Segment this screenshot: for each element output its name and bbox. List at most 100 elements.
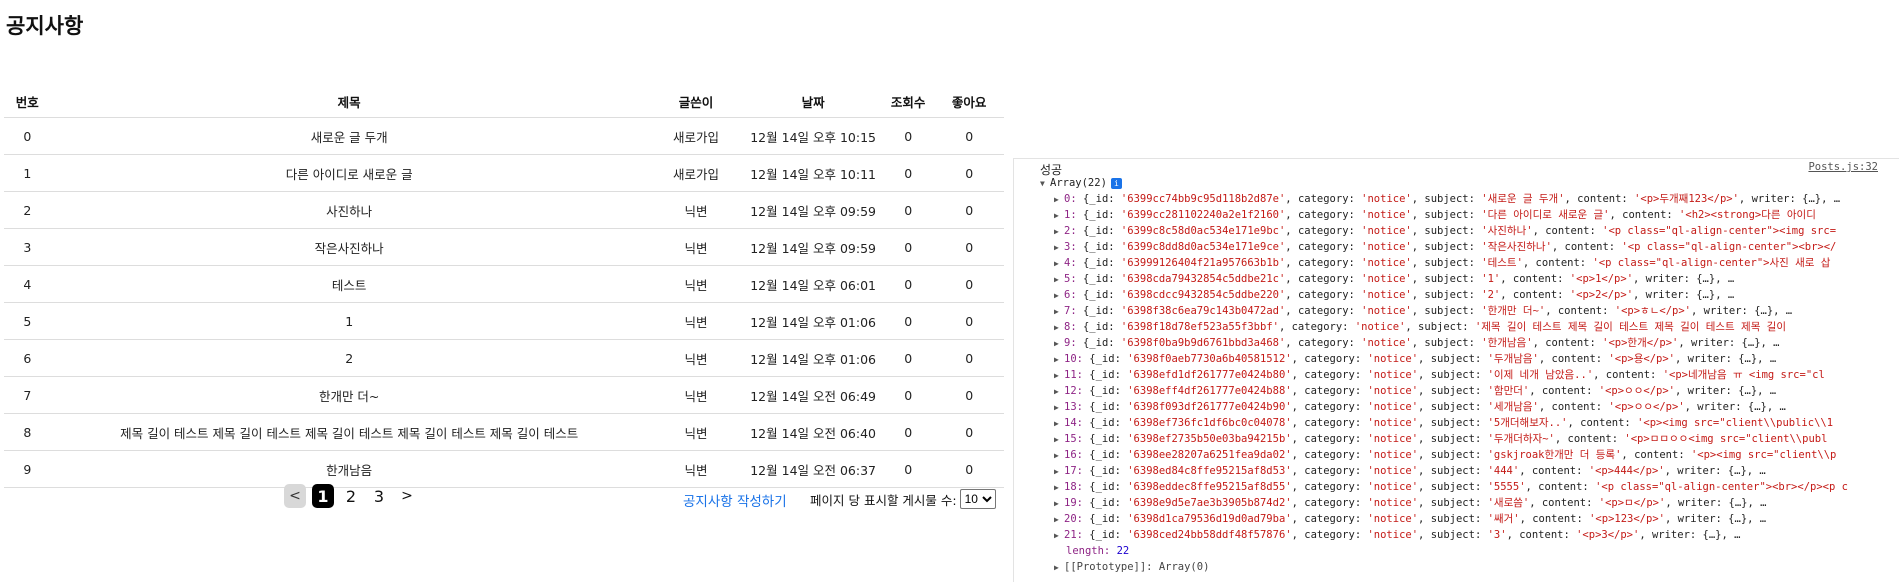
table-row[interactable]: 0 새로운 글 두개 새로가입 12월 14일 오후 10:15 0 0 bbox=[4, 117, 1004, 155]
entry-punct: , content: bbox=[1519, 513, 1590, 525]
entry-punct: , category: bbox=[1278, 321, 1355, 333]
cell-subject[interactable]: 한개남음 bbox=[50, 450, 648, 488]
entry-punct: , category: bbox=[1291, 385, 1368, 397]
cell-likes: 0 bbox=[934, 154, 1004, 192]
entry-punct: , subject: bbox=[1405, 321, 1475, 333]
console-entry[interactable]: ▶ 10: {_id: '6398f0aeb7730a6b40581512', c… bbox=[1014, 351, 1899, 367]
expand-triangle-icon: ▶ bbox=[1054, 483, 1059, 492]
entry-index: 5: bbox=[1064, 273, 1077, 285]
cell-subject[interactable]: 2 bbox=[50, 339, 648, 377]
entry-content: '<p><img src="client\\public\\1 bbox=[1637, 417, 1834, 429]
next-page-button[interactable]: > bbox=[396, 484, 418, 508]
entry-content: '<p>1</p>' bbox=[1569, 273, 1634, 285]
console-entry[interactable]: ▶ 8: {_id: '6398f18d78ef523a55f3bbf', cat… bbox=[1014, 319, 1899, 335]
cell-subject[interactable]: 사진하나 bbox=[50, 191, 648, 229]
entry-punct: , category: bbox=[1285, 241, 1362, 253]
cell-subject[interactable]: 테스트 bbox=[50, 265, 648, 303]
console-entry[interactable]: ▶ 14: {_id: '6398ef736fc1df6bc0c04078', c… bbox=[1014, 415, 1899, 431]
entry-punct: , content: bbox=[1538, 353, 1609, 365]
table-row[interactable]: 8 제목 길이 테스트 제목 길이 테스트 제목 길이 테스트 제목 길이 테스트… bbox=[4, 413, 1004, 451]
entry-tail: , writer: {…}, … bbox=[1633, 273, 1735, 285]
console-entry[interactable]: ▶ 3: {_id: '6399c8dd8d0ac534e171e9ce', ca… bbox=[1014, 239, 1899, 255]
console-entry[interactable]: ▶ 6: {_id: '6398cdcc9432854c5ddbe220', ca… bbox=[1014, 287, 1899, 303]
entry-punct: , subject: bbox=[1418, 529, 1488, 541]
entry-punct: , content: bbox=[1538, 401, 1609, 413]
entry-punct: , category: bbox=[1285, 337, 1362, 349]
console-entry[interactable]: ▶ 20: {_id: '6398d1ca79536d19d0ad79ba', c… bbox=[1014, 511, 1899, 527]
entry-content: '<p class="ql-align-center"><br></p><p c bbox=[1595, 481, 1848, 493]
array-prototype[interactable]: ▶ [[Prototype]]: Array(0) bbox=[1014, 559, 1899, 575]
expand-triangle-icon: ▶ bbox=[1054, 531, 1059, 540]
table-row[interactable]: 1 다른 아이디로 새로운 글 새로가입 12월 14일 오후 10:11 0 0 bbox=[4, 154, 1004, 192]
console-entry[interactable]: ▶ 19: {_id: '6398e9d5e7ae3b3905b874d2', c… bbox=[1014, 495, 1899, 511]
cell-subject[interactable]: 1 bbox=[50, 302, 648, 340]
table-row[interactable]: 4 테스트 닉변 12월 14일 오후 06:01 0 0 bbox=[4, 265, 1004, 303]
collapse-triangle-icon[interactable]: ▶ bbox=[1054, 560, 1064, 576]
entry-punct: , subject: bbox=[1418, 497, 1488, 509]
console-entry[interactable]: ▶ 0: {_id: '6399cc74bb9c95d118b2d87e', ca… bbox=[1014, 191, 1899, 207]
console-entry[interactable]: ▶ 17: {_id: '6398ed84c8ffe95215af8d53', c… bbox=[1014, 463, 1899, 479]
cell-likes: 0 bbox=[934, 117, 1004, 155]
entry-tail: , writer: {…}, … bbox=[1639, 529, 1741, 541]
table-row[interactable]: 5 1 닉변 12월 14일 오후 01:06 0 0 bbox=[4, 302, 1004, 340]
entry-subject: '1' bbox=[1481, 273, 1501, 285]
entry-category: 'notice' bbox=[1367, 481, 1419, 493]
header-date: 날짜 bbox=[744, 85, 882, 118]
header-views: 조회수 bbox=[882, 85, 935, 118]
table-row[interactable]: 2 사진하나 닉변 12월 14일 오후 09:59 0 0 bbox=[4, 191, 1004, 229]
table-row[interactable]: 9 한개남음 닉변 12월 14일 오전 06:37 0 0 bbox=[4, 450, 1004, 488]
write-notice-link[interactable]: 공지사항 작성하기 bbox=[683, 490, 787, 510]
expand-triangle-icon[interactable]: ▼ bbox=[1040, 176, 1050, 192]
console-entry[interactable]: ▶ 12: {_id: '6398eff4df261777e0424b88', c… bbox=[1014, 383, 1899, 399]
cell-subject[interactable]: 다른 아이디로 새로운 글 bbox=[50, 154, 648, 192]
entry-subject: '새로씀' bbox=[1487, 497, 1530, 509]
cell-subject[interactable]: 작은사진하나 bbox=[50, 228, 648, 266]
console-entry[interactable]: ▶ 13: {_id: '6398f093df261777e0424b90', c… bbox=[1014, 399, 1899, 415]
entry-category: 'notice' bbox=[1361, 273, 1412, 285]
entry-punct: , content: bbox=[1567, 417, 1638, 429]
console-entry[interactable]: ▶ 15: {_id: '6398ef2735b50e03ba94215b', c… bbox=[1014, 431, 1899, 447]
per-page-select[interactable]: 10 bbox=[959, 489, 996, 509]
entry-category: 'notice' bbox=[1367, 401, 1419, 413]
page-button-2[interactable]: 2 bbox=[340, 484, 362, 508]
entry-punct: , content: bbox=[1545, 305, 1615, 317]
entry-index: 4: bbox=[1064, 257, 1077, 269]
page-button-3[interactable]: 3 bbox=[368, 484, 390, 508]
console-entry[interactable]: ▶ 11: {_id: '6398efd1df261777e0424b80', c… bbox=[1014, 367, 1899, 383]
cell-subject[interactable]: 새로운 글 두개 bbox=[50, 117, 648, 155]
entry-id: '6398f093df261777e0424b90' bbox=[1127, 401, 1292, 413]
page-button-1[interactable]: 1 bbox=[312, 484, 334, 508]
console-entry[interactable]: ▶ 1: {_id: '6399cc281102240a2e1f2160', ca… bbox=[1014, 207, 1899, 223]
console-entry[interactable]: ▶ 5: {_id: '6398cda79432854c5ddbe21c', ca… bbox=[1014, 271, 1899, 287]
prev-page-button[interactable]: < bbox=[284, 484, 306, 508]
console-array-header[interactable]: ▼ Array(22) i bbox=[1014, 175, 1899, 191]
entry-subject: 'gskjroak한개만 더 등록' bbox=[1487, 449, 1622, 461]
console-source-link[interactable]: Posts.js:32 bbox=[1808, 161, 1878, 173]
cell-date: 12월 14일 오전 06:37 bbox=[744, 450, 882, 488]
console-message-row: 성공 Posts.js:32 bbox=[1014, 159, 1899, 177]
entry-id: '6398f18d78ef523a55f3bbf' bbox=[1120, 321, 1279, 333]
entry-punct: {_id: bbox=[1082, 529, 1128, 541]
cell-writer: 닉변 bbox=[647, 302, 745, 340]
entry-id: '6398cdcc9432854c5ddbe220' bbox=[1120, 289, 1286, 301]
table-row[interactable]: 7 한개만 더~ 닉변 12월 14일 오전 06:49 0 0 bbox=[4, 376, 1004, 414]
entry-id: '6398f0ba9b9d6761bbd3a468' bbox=[1120, 337, 1286, 349]
cell-date: 12월 14일 오전 06:40 bbox=[744, 413, 882, 451]
table-row[interactable]: 3 작은사진하나 닉변 12월 14일 오후 09:59 0 0 bbox=[4, 228, 1004, 266]
console-entry[interactable]: ▶ 4: {_id: '63999126404f21a957663b1b', ca… bbox=[1014, 255, 1899, 271]
entry-punct: {_id: bbox=[1076, 273, 1121, 285]
entry-content: '<h2><strong>다른 아이디 bbox=[1679, 209, 1816, 221]
console-entry[interactable]: ▶ 9: {_id: '6398f0ba9b9d6761bbd3a468', ca… bbox=[1014, 335, 1899, 351]
console-entry[interactable]: ▶ 21: {_id: '6398ced24bb58ddf48f57876', c… bbox=[1014, 527, 1899, 543]
cell-no: 9 bbox=[4, 450, 51, 488]
cell-subject[interactable]: 제목 길이 테스트 제목 길이 테스트 제목 길이 테스트 제목 길이 테스트 … bbox=[50, 413, 648, 451]
console-entry[interactable]: ▶ 2: {_id: '6399c8c58d0ac534e171e9bc', ca… bbox=[1014, 223, 1899, 239]
console-entry[interactable]: ▶ 16: {_id: '6398ee28207a6251fea9da02', c… bbox=[1014, 447, 1899, 463]
cell-subject[interactable]: 한개만 더~ bbox=[50, 376, 648, 414]
console-entry[interactable]: ▶ 18: {_id: '6398eddec8ffe95215af8d55', c… bbox=[1014, 479, 1899, 495]
length-label: length: bbox=[1066, 545, 1111, 557]
console-entry[interactable]: ▶ 7: {_id: '6398f38c6ea79c143b0472ad', ca… bbox=[1014, 303, 1899, 319]
table-row[interactable]: 6 2 닉변 12월 14일 오후 01:06 0 0 bbox=[4, 339, 1004, 377]
cell-writer: 닉변 bbox=[647, 376, 745, 414]
entry-punct: , content: bbox=[1506, 529, 1577, 541]
